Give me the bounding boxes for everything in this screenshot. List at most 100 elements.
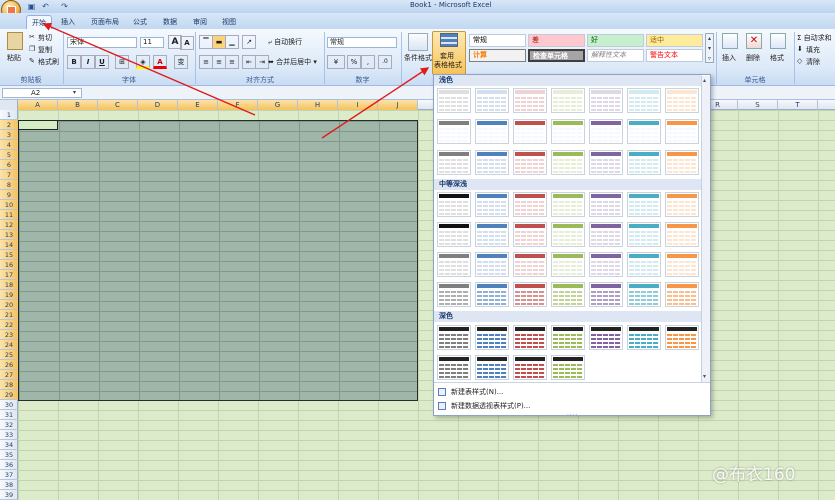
- align-top-icon[interactable]: ▔: [199, 35, 213, 49]
- table-style-medium-27[interactable]: [627, 282, 661, 307]
- resize-grip-icon[interactable]: ····: [567, 412, 578, 419]
- table-style-medium-28[interactable]: [665, 282, 699, 307]
- table-style-medium-19[interactable]: [589, 252, 623, 277]
- table-style-dark-10[interactable]: [513, 355, 547, 380]
- column-header-h[interactable]: H: [298, 100, 338, 110]
- redo-icon[interactable]: ↷: [60, 2, 69, 11]
- style-warning[interactable]: 警告文本: [646, 49, 703, 62]
- style-neutral[interactable]: 适中: [646, 34, 703, 47]
- scroll-up-icon[interactable]: ▴: [703, 77, 706, 84]
- table-style-dark-1[interactable]: [437, 325, 471, 350]
- undo-icon[interactable]: ↶: [41, 2, 50, 11]
- table-style-medium-18[interactable]: [551, 252, 585, 277]
- row-header-7[interactable]: 7: [0, 170, 18, 180]
- table-style-light-15[interactable]: [437, 150, 471, 175]
- row-header-27[interactable]: 27: [0, 370, 18, 380]
- tab-data[interactable]: 数据: [158, 15, 182, 29]
- bold-button[interactable]: B: [67, 55, 81, 69]
- row-header-33[interactable]: 33: [0, 430, 18, 440]
- table-style-light-10[interactable]: [513, 119, 547, 144]
- scroll-down-icon[interactable]: ▾: [703, 373, 706, 380]
- row-header-13[interactable]: 13: [0, 230, 18, 240]
- table-style-light-18[interactable]: [551, 150, 585, 175]
- copy-icon[interactable]: ❐: [29, 45, 35, 53]
- row-header-36[interactable]: 36: [0, 460, 18, 470]
- table-style-light-11[interactable]: [551, 119, 585, 144]
- align-right-icon[interactable]: ≡: [225, 55, 239, 69]
- comma-button[interactable]: ,: [361, 55, 375, 69]
- table-style-medium-11[interactable]: [551, 222, 585, 247]
- row-header-11[interactable]: 11: [0, 210, 18, 220]
- table-style-medium-24[interactable]: [513, 282, 547, 307]
- table-style-light-1[interactable]: [437, 88, 471, 113]
- column-header-j[interactable]: J: [378, 100, 418, 110]
- column-header-a[interactable]: A: [18, 100, 58, 110]
- row-header-23[interactable]: 23: [0, 330, 18, 340]
- decrease-indent-icon[interactable]: ⇤: [242, 55, 256, 69]
- row-header-31[interactable]: 31: [0, 410, 18, 420]
- row-header-12[interactable]: 12: [0, 220, 18, 230]
- table-style-medium-1[interactable]: [437, 192, 471, 217]
- row-header-9[interactable]: 9: [0, 190, 18, 200]
- table-style-light-4[interactable]: [551, 88, 585, 113]
- clear-icon[interactable]: ◇: [797, 57, 802, 65]
- save-icon[interactable]: ▣: [27, 2, 36, 11]
- tab-review[interactable]: 审阅: [188, 15, 212, 29]
- table-style-light-9[interactable]: [475, 119, 509, 144]
- tab-formulas[interactable]: 公式: [128, 15, 152, 29]
- column-header-b[interactable]: B: [58, 100, 98, 110]
- table-style-light-16[interactable]: [475, 150, 509, 175]
- table-style-medium-3[interactable]: [513, 192, 547, 217]
- table-style-medium-17[interactable]: [513, 252, 547, 277]
- italic-button[interactable]: I: [81, 55, 95, 69]
- table-style-medium-13[interactable]: [627, 222, 661, 247]
- row-header-20[interactable]: 20: [0, 300, 18, 310]
- row-header-34[interactable]: 34: [0, 440, 18, 450]
- accounting-format-icon[interactable]: ¥: [327, 55, 345, 69]
- font-color-button[interactable]: A: [153, 55, 167, 69]
- style-explanatory[interactable]: 解释性文本: [587, 49, 644, 62]
- insert-cells-button[interactable]: 插入: [722, 53, 736, 63]
- wrap-text-button[interactable]: ⤶ 自动换行: [268, 37, 302, 47]
- column-header-t[interactable]: T: [778, 100, 818, 110]
- table-style-medium-23[interactable]: [475, 282, 509, 307]
- row-header-17[interactable]: 17: [0, 270, 18, 280]
- table-style-dark-11[interactable]: [551, 355, 585, 380]
- delete-cells-icon[interactable]: ✕: [746, 33, 762, 49]
- format-cells-button[interactable]: 格式: [770, 53, 784, 63]
- tab-home[interactable]: 开始: [26, 15, 52, 29]
- table-style-light-19[interactable]: [589, 150, 623, 175]
- row-header-14[interactable]: 14: [0, 240, 18, 250]
- fill-color-icon[interactable]: ◈: [136, 55, 150, 69]
- new-pivot-style-item[interactable]: 新建数据透视表样式(P)...: [437, 400, 530, 412]
- merge-center-button[interactable]: ⬌ 合并后居中 ▾: [268, 57, 317, 67]
- table-style-dark-5[interactable]: [589, 325, 623, 350]
- pinyin-button[interactable]: 变: [174, 55, 188, 69]
- row-header-39[interactable]: 39: [0, 490, 18, 500]
- paste-icon[interactable]: [7, 32, 23, 50]
- table-style-light-8[interactable]: [437, 119, 471, 144]
- style-bad[interactable]: 差: [528, 34, 585, 47]
- underline-button[interactable]: U: [95, 55, 109, 69]
- tab-page-layout[interactable]: 页面布局: [86, 15, 124, 29]
- row-header-26[interactable]: 26: [0, 360, 18, 370]
- table-style-medium-12[interactable]: [589, 222, 623, 247]
- row-header-3[interactable]: 3: [0, 130, 18, 140]
- format-cells-icon[interactable]: [770, 33, 786, 49]
- row-header-28[interactable]: 28: [0, 380, 18, 390]
- selected-range[interactable]: [18, 120, 418, 401]
- autosum-button[interactable]: Σ 自动求和: [797, 33, 832, 43]
- table-style-dark-2[interactable]: [475, 325, 509, 350]
- styles-scroll-icon[interactable]: ▴ ▾ ▿: [705, 33, 714, 63]
- percent-button[interactable]: %: [347, 55, 361, 69]
- orientation-icon[interactable]: ↗: [242, 35, 256, 49]
- align-middle-icon[interactable]: ▬: [212, 35, 226, 49]
- conditional-format-button[interactable]: 条件格式: [404, 53, 432, 63]
- conditional-format-icon[interactable]: [408, 33, 428, 51]
- row-header-38[interactable]: 38: [0, 480, 18, 490]
- column-header-g[interactable]: G: [258, 100, 298, 110]
- table-style-medium-4[interactable]: [551, 192, 585, 217]
- row-header-22[interactable]: 22: [0, 320, 18, 330]
- tab-insert[interactable]: 插入: [56, 15, 80, 29]
- table-style-medium-16[interactable]: [475, 252, 509, 277]
